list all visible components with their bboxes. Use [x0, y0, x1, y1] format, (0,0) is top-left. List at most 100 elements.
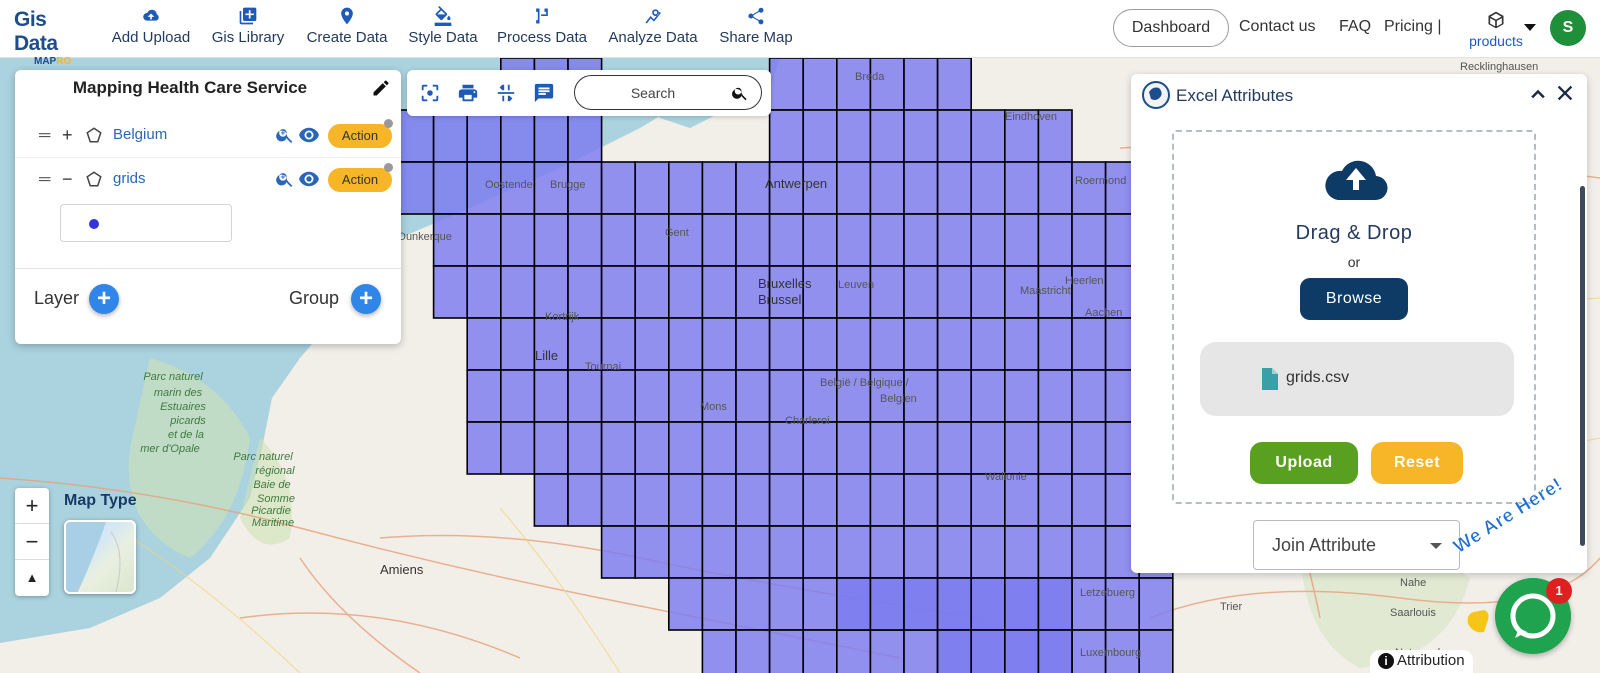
grid-cell[interactable]	[970, 265, 1006, 319]
grid-cell[interactable]	[869, 577, 905, 631]
grid-cell[interactable]	[903, 213, 939, 267]
grid-cell[interactable]	[970, 421, 1006, 475]
grid-cell[interactable]	[835, 421, 872, 475]
products-dropdown-icon[interactable]	[1524, 24, 1536, 31]
edit-pencil-icon[interactable]	[371, 78, 391, 98]
grid-cell[interactable]	[634, 213, 670, 267]
add-group-button[interactable]: +	[351, 284, 381, 314]
grid-cell[interactable]	[869, 473, 905, 527]
grid-cell[interactable]	[768, 421, 804, 475]
grid-cell[interactable]	[701, 577, 737, 631]
zoom-to-layer-icon[interactable]	[275, 169, 295, 189]
grid-cell[interactable]	[533, 473, 569, 527]
grid-cell[interactable]	[802, 421, 838, 475]
nav-process-data[interactable]: Process Data	[492, 6, 592, 54]
search-input[interactable]	[585, 83, 721, 103]
grid-cell[interactable]	[903, 577, 939, 631]
grid-cell[interactable]	[835, 265, 872, 319]
nav-add-upload[interactable]: Add Upload	[108, 6, 194, 54]
comment-icon[interactable]	[533, 82, 555, 104]
grid-cell[interactable]	[970, 525, 1006, 579]
grid-cell[interactable]	[802, 629, 838, 673]
grid-cell[interactable]	[768, 213, 804, 267]
map-type-thumbnail[interactable]	[64, 520, 136, 594]
grid-cell[interactable]	[567, 109, 603, 163]
grid-cell[interactable]	[1104, 577, 1140, 631]
layer-action-button[interactable]: Action	[328, 124, 392, 148]
grid-cell[interactable]	[735, 369, 771, 423]
reset-button[interactable]: Reset	[1371, 442, 1463, 484]
grid-cell[interactable]	[466, 109, 502, 163]
panel-scrollbar[interactable]	[1580, 186, 1585, 546]
grid-cell[interactable]	[802, 577, 838, 631]
pricing-link[interactable]: Pricing |	[1384, 18, 1442, 36]
grid-cell[interactable]	[936, 109, 972, 163]
drag-handle-icon[interactable]: ═	[39, 171, 50, 189]
grid-cell[interactable]	[768, 317, 804, 371]
grid-cell[interactable]	[1138, 629, 1174, 673]
grid-cell[interactable]	[600, 265, 636, 319]
grid-cell[interactable]	[701, 369, 737, 423]
grid-cell[interactable]	[634, 369, 670, 423]
grid-cell[interactable]	[533, 109, 569, 163]
grid-cell[interactable]	[1071, 317, 1107, 371]
grid-cell[interactable]	[567, 421, 603, 475]
grid-cell[interactable]	[1037, 161, 1073, 215]
grid-cell[interactable]	[466, 317, 502, 371]
grid-cell[interactable]	[768, 58, 804, 111]
grid-cell[interactable]	[903, 317, 939, 371]
grid-cell[interactable]	[634, 473, 670, 527]
grid-cell[interactable]	[903, 525, 939, 579]
grid-cell[interactable]	[634, 421, 670, 475]
grid-cell[interactable]	[701, 317, 737, 371]
grid-cell[interactable]	[735, 577, 771, 631]
grid-cell[interactable]	[768, 577, 804, 631]
grid-cell[interactable]	[667, 421, 704, 475]
layer-row-grids[interactable]: ═ − grids Action	[15, 158, 401, 202]
grid-cell[interactable]	[667, 577, 704, 631]
grid-cell[interactable]	[1071, 577, 1107, 631]
grid-cell[interactable]	[701, 161, 737, 215]
grid-cell[interactable]	[936, 629, 972, 673]
chat-widget[interactable]: We Are Here! 1	[1450, 474, 1600, 673]
layer-action-button[interactable]: Action	[328, 168, 392, 192]
grid-cell[interactable]	[835, 473, 872, 527]
grid-cell[interactable]	[466, 421, 502, 475]
drag-handle-icon[interactable]: ═	[39, 127, 50, 145]
grid-cell[interactable]	[701, 473, 737, 527]
grid-cell[interactable]	[735, 213, 771, 267]
upload-button[interactable]: Upload	[1250, 442, 1358, 484]
grid-cell[interactable]	[835, 58, 872, 111]
grid-cell[interactable]	[1071, 473, 1107, 527]
grid-cell[interactable]	[903, 58, 939, 111]
grid-cell[interactable]	[499, 369, 536, 423]
grid-cell[interactable]	[600, 421, 636, 475]
collapse-chevron-icon[interactable]	[1528, 84, 1548, 104]
grid-cell[interactable]	[701, 525, 737, 579]
gisdata-logo[interactable]: Gis Data MAPRO	[14, 8, 94, 67]
grid-cell[interactable]	[432, 265, 469, 319]
grid-cell[interactable]	[466, 265, 502, 319]
grid-cell[interactable]	[936, 161, 972, 215]
grid-cell[interactable]	[970, 369, 1006, 423]
grid-cell[interactable]	[802, 473, 838, 527]
grid-cell[interactable]	[869, 161, 905, 215]
zoom-to-layer-icon[interactable]	[275, 125, 295, 145]
grid-cell[interactable]	[735, 525, 771, 579]
grid-cell[interactable]	[735, 629, 771, 673]
grid-cell[interactable]	[567, 473, 603, 527]
grid-cell[interactable]	[432, 161, 469, 215]
grid-cell[interactable]	[1071, 421, 1107, 475]
grid-cell[interactable]	[701, 265, 737, 319]
grid-cell[interactable]	[869, 265, 905, 319]
grid-cell[interactable]	[1003, 213, 1040, 267]
grid-cell[interactable]	[936, 58, 972, 111]
grid-cell[interactable]	[499, 265, 536, 319]
grid-cell[interactable]	[735, 473, 771, 527]
grid-cell[interactable]	[970, 577, 1006, 631]
grid-cell[interactable]	[802, 317, 838, 371]
grid-cell[interactable]	[499, 109, 536, 163]
grid-cell[interactable]	[903, 161, 939, 215]
grid-cell[interactable]	[869, 525, 905, 579]
grid-cell[interactable]	[1037, 473, 1073, 527]
